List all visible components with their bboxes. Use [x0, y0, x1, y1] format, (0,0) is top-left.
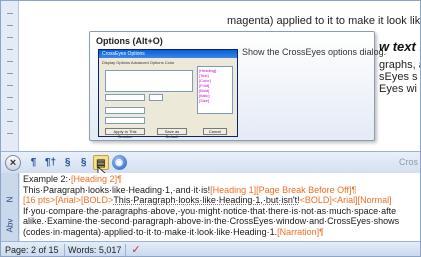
format-code: [Narration]¶ [277, 226, 324, 237]
crosseyes-window: magenta) applied to it to make it look l… [0, 0, 421, 257]
preview-select [149, 94, 163, 101]
format-code: <BOLD]<Arial][Normal] [299, 195, 392, 205]
page-indicator: Page: 2 of 15 [5, 245, 59, 255]
format-code: [16 pts>[Arial>[BOLD> [23, 195, 114, 205]
close-icon[interactable]: × [5, 155, 21, 171]
preview-cancel-button: Cancel [203, 128, 227, 135]
section-icon[interactable]: § [61, 155, 74, 170]
format-code: [Heading 2]¶ [71, 174, 122, 184]
codes-line: [16 pts>[Arial>[BOLD>This·Paragraph·look… [23, 195, 419, 206]
pilcrow-button[interactable]: ¶ [27, 155, 40, 170]
codes-view[interactable]: Example 2:·[Heading 2]¶ This·Paragraph·lo… [20, 173, 420, 241]
preview-list: [Heading] [Text] [Color] [Font] [Bold] [Itali… [197, 66, 233, 114]
spell-check-icon[interactable]: ✓ [129, 243, 143, 256]
pilcrow-plus-button[interactable]: ¶† [43, 155, 58, 170]
tooltip-title: Options (Alt+O) [96, 36, 163, 46]
preview-group-box [105, 70, 193, 92]
status-bar: Page: 2 of 15 Words: 5,017 ✓ [1, 241, 420, 256]
vertical-tab-strip: N Abv [1, 173, 19, 241]
preview-title-bar: CrossEyes Options [99, 50, 237, 58]
line-text: alike.·Examine·the·second·paragraph·abov… [23, 216, 400, 226]
codes-line: Example 2:·[Heading 2]¶ [23, 174, 419, 185]
document-text-line: magenta) applied to it to make it look l… [227, 15, 421, 27]
section-alt-icon[interactable]: § [77, 155, 90, 170]
codes-line: alike.·Examine·the·second·paragraph·abov… [23, 216, 419, 227]
document-area: magenta) applied to it to make it look l… [1, 1, 421, 151]
preview-tabs: Display Options Advanced Options Color [102, 60, 175, 65]
line-text: This·Paragraph·looks·like·Heading·1,·but… [113, 195, 300, 205]
panel-title: Cros [398, 157, 418, 167]
codes-line: (codes·in·magenta)·applied·to·it·to·make… [23, 227, 419, 238]
word-count: Words: 5,017 [68, 245, 122, 255]
tooltip-description: Show the CrossEyes options dialog. [242, 47, 387, 57]
tab-abbreviated[interactable]: Abv [6, 219, 15, 233]
line-text: If·you·compare·the·paragraphs·above,·you… [23, 205, 397, 216]
tab-normal[interactable]: N [6, 193, 15, 207]
crosseyes-toolbar: × ¶ ¶† § § ▤ ◉ Cros [1, 151, 420, 180]
document-para-line: sEyes s [379, 71, 418, 83]
preview-select [105, 94, 145, 101]
options-tooltip: Options (Alt+O) Show the CrossEyes optio… [89, 31, 386, 141]
format-code: [Heading 1][Page Break Before Off]¶ [210, 184, 357, 195]
line-text: (codes·in·magenta)·applied·to·it·to·make… [23, 226, 278, 237]
crosseyes-panel: × ¶ ¶† § § ▤ ◉ Cros N Abv Example 2:·[He… [1, 151, 420, 256]
preview-select [105, 107, 145, 114]
vertical-ruler [1, 1, 19, 151]
document-para-line: Eyes wi [379, 83, 417, 95]
codes-line: If·you·compare·the·paragraphs·above,·you… [23, 206, 419, 217]
line-text: Example 2:· [23, 174, 72, 184]
help-icon[interactable]: ◉ [111, 155, 127, 170]
toolbar-buttons: ¶ ¶† § § ▤ ◉ [27, 155, 127, 170]
document-para-line: graphs, a [379, 59, 421, 71]
codes-line: This·Paragraph·looks·like·Heading·1,·and… [23, 185, 419, 196]
line-text: This·Paragraph·looks·like·Heading·1,·and… [23, 184, 211, 195]
options-dialog-preview: CrossEyes Options Display Options Advanc… [98, 49, 238, 139]
preview-apply-button: Apply to This Session [105, 128, 145, 139]
preview-select [105, 117, 145, 124]
preview-save-button: Save as Default [157, 128, 187, 139]
